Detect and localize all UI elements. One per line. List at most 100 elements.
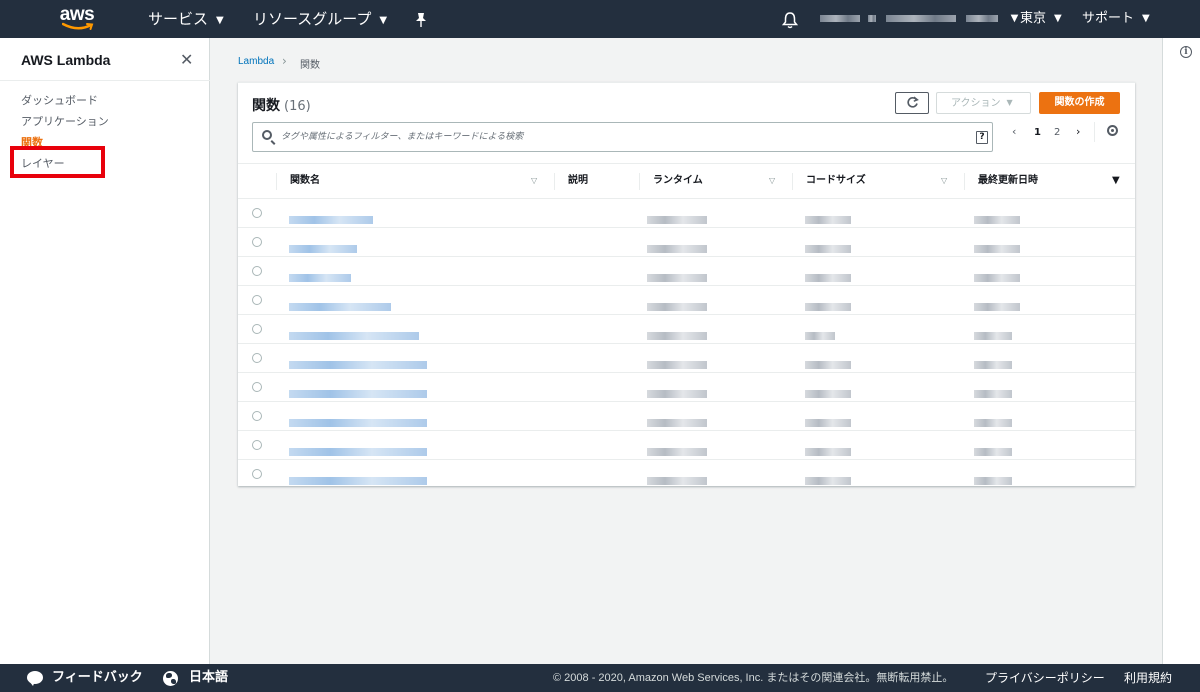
sidebar-item-applications[interactable]: アプリケーション (21, 113, 109, 129)
table-row[interactable] (238, 199, 1135, 228)
table-row[interactable] (238, 315, 1135, 344)
table-row[interactable] (238, 257, 1135, 286)
code-size-cell (805, 383, 851, 402)
support-label: サポート (1082, 11, 1135, 26)
chevron-down-icon: ▼ (1142, 13, 1150, 24)
function-name-link[interactable] (289, 412, 427, 427)
row-select-radio[interactable] (252, 324, 262, 334)
sort-icon[interactable]: ▽ (769, 164, 775, 198)
divider (0, 80, 210, 81)
panel-title-text: 関数 (252, 98, 280, 114)
column-header-runtime[interactable]: ランタイム (653, 164, 703, 198)
column-divider (554, 173, 555, 190)
sidebar-item-dashboard[interactable]: ダッシュボード (21, 92, 98, 108)
refresh-button[interactable] (895, 92, 929, 114)
panel-title: 関数 (16) (252, 95, 311, 115)
pagination-prev-icon[interactable]: ‹ (1012, 125, 1016, 138)
pagination-next-icon[interactable]: › (1076, 125, 1080, 138)
last-modified-cell (974, 325, 1012, 344)
feedback-link[interactable]: フィードバック (52, 664, 143, 692)
close-icon[interactable]: ✕ (180, 50, 193, 69)
pin-icon[interactable] (414, 0, 428, 38)
function-name-link[interactable] (289, 441, 427, 456)
last-modified-cell (974, 209, 1020, 228)
right-help-panel (1162, 38, 1200, 664)
terms-link[interactable]: 利用規約 (1124, 664, 1172, 692)
sort-icon[interactable]: ▽ (531, 164, 537, 198)
search-box[interactable]: ? (252, 122, 993, 152)
pagination-page-1[interactable]: 1 (1034, 127, 1041, 138)
function-name-link[interactable] (289, 354, 427, 369)
column-header-last-modified[interactable]: 最終更新日時 (978, 164, 1038, 198)
sort-icon[interactable]: ▽ (941, 164, 947, 198)
column-header-function-name[interactable]: 関数名 (290, 164, 320, 198)
table-row[interactable] (238, 373, 1135, 402)
code-size-cell (805, 441, 851, 460)
runtime-cell (647, 412, 707, 431)
globe-icon (163, 671, 178, 686)
column-divider (964, 173, 965, 190)
function-name-link[interactable] (289, 238, 357, 253)
code-size-cell (805, 267, 851, 286)
function-name-link[interactable] (289, 267, 351, 282)
aws-logo[interactable]: aws (56, 4, 98, 34)
table-row[interactable] (238, 228, 1135, 257)
row-select-radio[interactable] (252, 440, 262, 450)
account-menu[interactable]: ▼ (820, 0, 1018, 38)
language-selector[interactable]: 日本語 (189, 664, 228, 692)
row-select-radio[interactable] (252, 382, 262, 392)
highlight-annotation (10, 146, 105, 178)
pagination-page-2[interactable]: 2 (1054, 127, 1060, 138)
region-menu[interactable]: 東京 ▼ (1020, 0, 1062, 38)
row-select-radio[interactable] (252, 237, 262, 247)
account-name-redacted (886, 15, 957, 22)
table-row[interactable] (238, 286, 1135, 315)
last-modified-cell (974, 354, 1012, 373)
table-row[interactable] (238, 344, 1135, 373)
resource-groups-menu[interactable]: リソースグループ ▼ (253, 0, 387, 38)
resource-groups-label: リソースグループ (253, 10, 372, 28)
table-row[interactable] (238, 460, 1135, 489)
breadcrumb-lambda[interactable]: Lambda (238, 56, 274, 67)
info-icon[interactable]: i (1180, 46, 1192, 58)
actions-dropdown[interactable]: アクション ▼ (936, 92, 1031, 114)
table-row[interactable] (238, 402, 1135, 431)
chevron-down-icon: ▼ (1010, 13, 1019, 24)
function-name-link[interactable] (289, 209, 373, 224)
column-header-code-size[interactable]: コードサイズ (806, 164, 866, 198)
row-select-radio[interactable] (252, 266, 262, 276)
gear-icon[interactable] (1107, 125, 1118, 136)
function-name-link[interactable] (289, 325, 419, 340)
footer: フィードバック 日本語 © 2008 - 2020, Amazon Web Se… (0, 664, 1200, 692)
last-modified-cell (974, 470, 1012, 489)
row-select-radio[interactable] (252, 469, 262, 479)
table-row[interactable] (238, 431, 1135, 460)
table-header: 関数名 ▽ 説明 ランタイム ▽ コードサイズ ▽ 最終更新日時 ▼ (238, 163, 1135, 199)
account-name-redacted (966, 15, 999, 22)
create-function-button[interactable]: 関数の作成 (1039, 92, 1120, 114)
runtime-cell (647, 383, 707, 402)
code-size-cell (805, 354, 851, 373)
bell-icon[interactable] (781, 0, 799, 38)
sort-descending-icon[interactable]: ▼ (1112, 164, 1120, 198)
function-name-link[interactable] (289, 383, 427, 398)
chevron-right-icon: › (282, 54, 287, 68)
row-select-radio[interactable] (252, 353, 262, 363)
code-size-cell (805, 470, 851, 489)
account-name-redacted (820, 15, 860, 22)
function-name-link[interactable] (289, 470, 427, 485)
function-count: (16) (284, 99, 311, 114)
help-icon[interactable]: ? (976, 131, 988, 144)
row-select-radio[interactable] (252, 411, 262, 421)
search-input[interactable] (279, 127, 959, 147)
column-divider (276, 173, 277, 190)
services-label: サービス (148, 10, 209, 28)
function-name-link[interactable] (289, 296, 391, 311)
support-menu[interactable]: サポート ▼ (1082, 0, 1150, 38)
row-select-radio[interactable] (252, 295, 262, 305)
privacy-policy-link[interactable]: プライバシーポリシー (985, 664, 1105, 692)
code-size-cell (805, 296, 851, 315)
row-select-radio[interactable] (252, 208, 262, 218)
services-menu[interactable]: サービス ▼ (148, 0, 224, 38)
last-modified-cell (974, 412, 1012, 431)
